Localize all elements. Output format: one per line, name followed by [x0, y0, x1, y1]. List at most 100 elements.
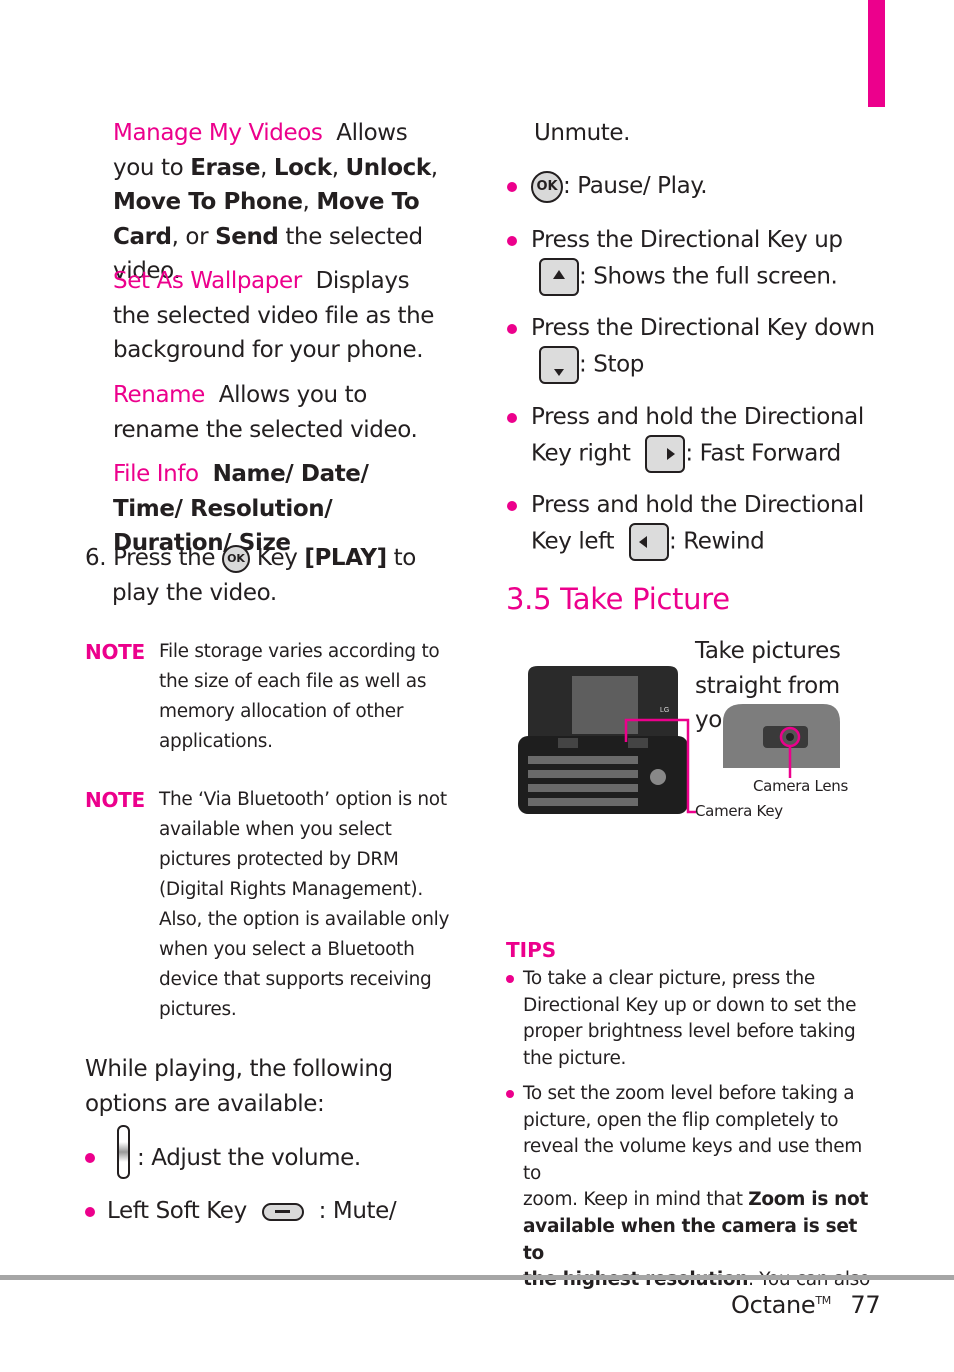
bullet-dot: [507, 181, 517, 192]
note-label: NOTE: [85, 788, 145, 812]
bullet-left-soft-key: Left Soft Key : Mute/: [85, 1194, 445, 1229]
step-text: Press the: [113, 545, 216, 571]
set-as-wallpaper-block: Set As Wallpaper Displays the selected v…: [113, 264, 443, 368]
bullet-text: : Stop: [579, 351, 644, 378]
note-line: pictures protected by DRM: [159, 849, 399, 870]
camera-lens-label: Camera Lens: [753, 777, 848, 795]
note-label: NOTE: [85, 640, 145, 664]
tip-2: To set the zoom level before taking a pi…: [506, 1081, 876, 1294]
note-line: available when you select: [159, 819, 392, 840]
footer-rule: [0, 1275, 954, 1280]
intro-line: options are available:: [85, 1090, 325, 1117]
ok-key-icon: OK: [222, 544, 250, 573]
tip-1: To take a clear picture, press the Direc…: [506, 966, 876, 1072]
rename-block: Rename Allows you to rename the selected…: [113, 378, 443, 447]
bullet-dot: [85, 1206, 95, 1217]
camera-key-label: Camera Key: [695, 802, 783, 820]
note-line: pictures.: [159, 999, 237, 1020]
footer: OctaneTM 77: [731, 1291, 881, 1319]
note-line: Also, the option is available only: [159, 909, 450, 930]
tip-text-bold: Zoom is not: [748, 1189, 869, 1211]
tip-line: zoom. Keep in mind that Zoom is not: [523, 1187, 876, 1214]
tip-line: the picture.: [523, 1047, 627, 1069]
term-manage-my-videos: Manage My Videos: [113, 120, 323, 146]
ok-key-icon: OK: [531, 170, 563, 203]
bullet-dot: [506, 1090, 514, 1098]
note-line: when you select a Bluetooth: [159, 939, 415, 960]
chapter-tab-marker: [868, 0, 885, 107]
bullet-dot: [507, 235, 517, 246]
tip-text: zoom. Keep in mind that: [523, 1189, 749, 1211]
note-line: the size of each file as well as: [159, 671, 427, 692]
bullet-dot: [507, 412, 517, 423]
step-6: 6. Press the OK Key [PLAY] to play the v…: [85, 541, 445, 610]
bullet-dot: [506, 975, 514, 983]
step-text: to: [393, 545, 417, 571]
text: , or: [171, 223, 216, 250]
bullet-dot: [507, 500, 517, 511]
option-send: Send: [215, 223, 279, 250]
bullet-text: Key left: [531, 528, 615, 555]
bullet-text: : Adjust the volume.: [137, 1145, 361, 1171]
bullet-text: Key right: [531, 440, 631, 467]
svg-text:LG: LG: [660, 707, 669, 714]
direction-down-key-icon: [539, 345, 579, 384]
bullet-text: Left Soft Key: [107, 1198, 247, 1224]
tip-line: available when the camera is set to: [523, 1215, 858, 1264]
note-line: device that supports receiving: [159, 969, 432, 990]
trademark: TM: [815, 1294, 832, 1307]
direction-right-key-icon: [645, 434, 686, 473]
note-line: (Digital Rights Management).: [159, 879, 423, 900]
bullet-direction-up: Press the Directional Key up : Shows the…: [507, 223, 877, 296]
bullet-text: : Pause/ Play.: [563, 173, 708, 199]
text: ,: [430, 154, 438, 181]
phone-back-camera-image: [723, 704, 840, 768]
bullet-text: : Shows the full screen.: [579, 263, 838, 290]
text: ,: [331, 154, 346, 181]
text: ,: [260, 154, 274, 181]
text: ,: [302, 189, 317, 216]
phone-illustration: LG: [518, 666, 840, 814]
direction-left-key-icon: [628, 522, 669, 561]
note-line: applications.: [159, 731, 273, 752]
volume-key-icon: [117, 1125, 130, 1179]
left-soft-key-icon: [261, 1202, 304, 1221]
step-text: play the video.: [112, 579, 277, 606]
term-file-info: File Info: [113, 461, 199, 487]
intro-line: While playing, the following: [85, 1056, 393, 1082]
tip-line: picture, open the flip completely to: [523, 1109, 839, 1131]
tip-line: proper brightness level before taking: [523, 1021, 856, 1043]
option-move-to-phone: Move To Phone: [113, 189, 303, 216]
option-erase: Erase: [190, 154, 261, 181]
page-number: 77: [850, 1291, 881, 1319]
bullet-volume: : Adjust the volume.: [85, 1125, 445, 1185]
tip-line: the highest resolution. You can also: [523, 1267, 876, 1294]
bullet-direction-right: Press and hold the Directional Key right…: [507, 400, 877, 473]
bullet-text: : Fast Forward: [685, 440, 841, 467]
term-set-as-wallpaper: Set As Wallpaper: [113, 268, 302, 294]
tips-label: TIPS: [506, 938, 557, 962]
term-rename: Rename: [113, 382, 205, 408]
option-lock: Lock: [273, 154, 332, 181]
note-line: The ‘Via Bluetooth’ option is not: [159, 789, 447, 810]
step-text: Key: [256, 545, 298, 571]
section-title: 3.5 Take Picture: [506, 582, 730, 616]
bullet-direction-left: Press and hold the Directional Key left …: [507, 488, 877, 561]
tip-line: reveal the volume keys and use them to: [523, 1136, 863, 1184]
play-label: [PLAY]: [304, 545, 387, 571]
direction-up-key-icon: [539, 257, 579, 296]
note-line: memory allocation of other: [159, 701, 404, 722]
note-line: File storage varies according to: [159, 641, 440, 662]
tip-line: To take a clear picture, press the: [523, 968, 816, 989]
bullet-dot: [507, 323, 517, 334]
bullet-pause-play: OK: Pause/ Play.: [507, 169, 867, 204]
bullet-text: Press and hold the Directional: [531, 404, 864, 430]
tip-line: Directional Key up or down to set the: [523, 994, 857, 1016]
unmute-continued: Unmute.: [534, 120, 631, 146]
bullet-text: Press the Directional Key down: [531, 315, 875, 341]
phone-open-image: LG: [518, 666, 688, 814]
bullet-dot: [85, 1153, 95, 1163]
step-number: 6.: [85, 545, 107, 571]
bullet-text: : Rewind: [668, 528, 765, 555]
bullet-text: Press the Directional Key up: [531, 227, 843, 253]
